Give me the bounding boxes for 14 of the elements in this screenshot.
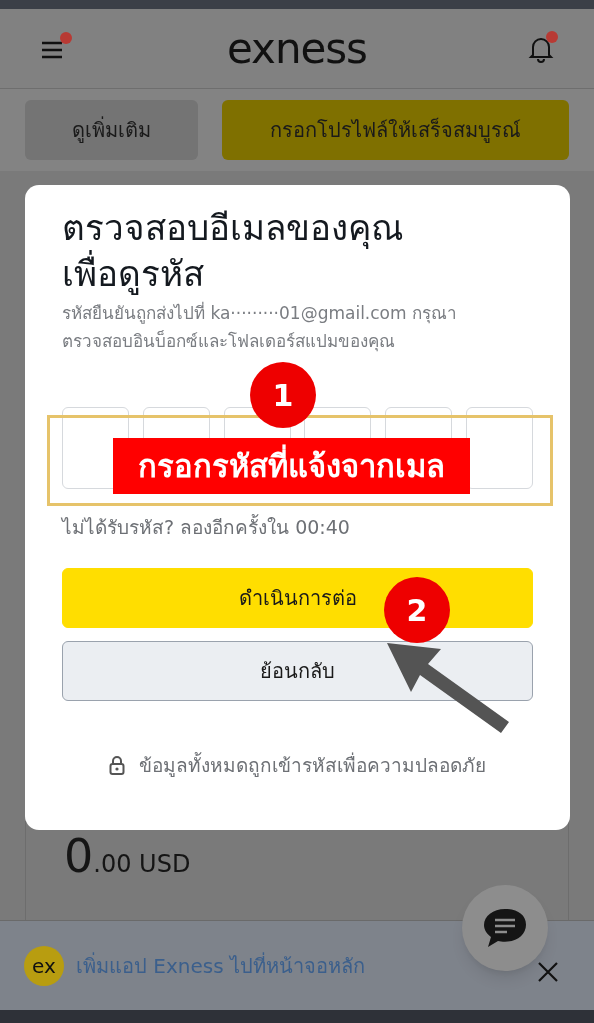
callout-tooltip: กรอกรหัสที่แจ้งจากเมล bbox=[113, 438, 470, 494]
app-logo: ex bbox=[24, 945, 64, 986]
lock-icon bbox=[109, 754, 125, 775]
security-note: ข้อมูลทั้งหมดถูกเข้ารหัสเพื่อความปลอดภัย bbox=[139, 751, 486, 779]
action-button[interactable]: กรอกโปรไฟล์ให้เสร็จสมบูรณ์ bbox=[222, 100, 569, 160]
close-icon[interactable] bbox=[536, 959, 560, 984]
back-button[interactable]: ย้อนกลับ bbox=[62, 640, 533, 701]
resend-timer: ไม่ได้รับรหัส? ลองอีกครั้งใน 00:40 bbox=[62, 513, 351, 540]
chat-icon bbox=[482, 907, 528, 949]
dialog-description: รหัสยืนยันถูกส่งไปที่ ka·········01@gmail.com กรุณา ตรวจสอบอินบ็อกซ์และโฟลเดอร์สแปมของคุณ bbox=[62, 300, 458, 354]
balance-amount: 0.00 USD bbox=[64, 833, 192, 879]
dialog-title: ตรวจสอบอีเมลของคุณ เพื่อดูรหัส bbox=[62, 207, 404, 297]
logo: exness bbox=[227, 27, 367, 70]
action-button[interactable]: ดูเพิ่มเติม bbox=[25, 100, 198, 160]
